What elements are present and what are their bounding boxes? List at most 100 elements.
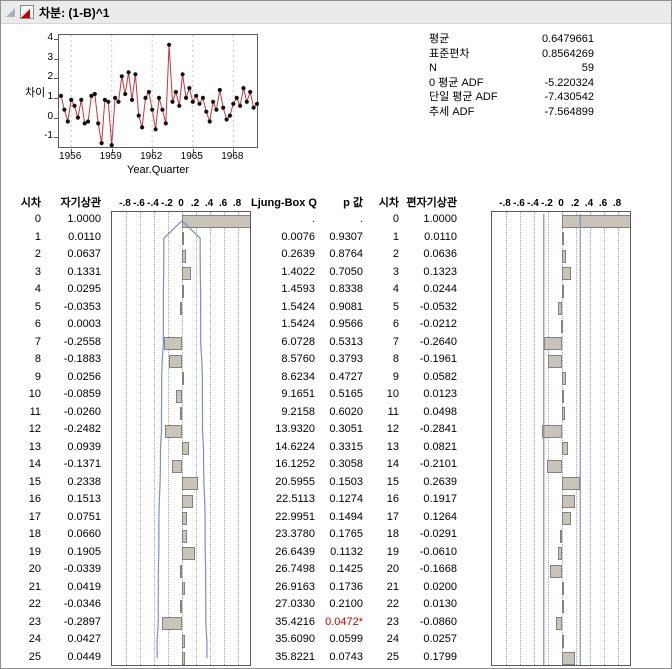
pacf-bar [562, 372, 567, 385]
pacf-value-cell: -0.0291 [419, 528, 457, 540]
acf-bar [175, 389, 182, 403]
p-value-cell: 0.7050 [329, 265, 363, 278]
ljung-box-q-cell: 35.8221 [275, 650, 315, 663]
ljung-box-q-cell: 16.1252 [275, 458, 315, 470]
summary-statistics: 평균 0.6479661 표준편차 0.8564269 N 59 0 평균 ADF -5.22… [429, 32, 594, 119]
pacf-bar [560, 319, 563, 333]
ljung-box-q-cell: 6.0728 [281, 335, 315, 348]
outline-marker-icon[interactable] [6, 7, 15, 17]
x-tick-label: 1965 [180, 151, 203, 162]
p-value-cell: 0.6020 [329, 405, 363, 418]
ljung-box-q-cell: 1.5424 [281, 318, 315, 330]
acf-bar [172, 459, 182, 473]
y-tick-label: -1 [44, 130, 53, 142]
lag2-cell: 0 [392, 213, 399, 225]
lag2-cell: 12 [386, 423, 399, 435]
acf-bar [182, 284, 185, 298]
stat-label: 단일 평균 ADF [429, 91, 498, 103]
stat-label: 평균 [429, 33, 450, 45]
stat-value: -5.220324 [544, 76, 594, 89]
ljung-box-q-cell: 22.5113 [276, 493, 315, 505]
acf-bar [182, 652, 186, 665]
lag2-cell: 9 [392, 370, 399, 383]
x-tick-label: 1956 [59, 151, 82, 162]
acf-value-cell: 0.0660 [67, 528, 101, 540]
acf-value-cell: -0.0859 [63, 388, 101, 400]
pacf-value-cell: 0.1323 [423, 265, 457, 278]
lag2-cell: 19 [386, 545, 399, 558]
pacf-value-cell: 0.0130 [423, 598, 457, 610]
acf-value-cell: 0.1905 [67, 545, 101, 558]
pacf-bar [562, 599, 564, 613]
y-tick-mark [54, 97, 58, 99]
lag2-cell: 2 [392, 248, 399, 260]
header-lag: 시차 [20, 197, 41, 209]
acf-bar [180, 407, 183, 420]
lag-cell: 13 [28, 440, 41, 453]
stat-value: 0.6479661 [542, 33, 594, 45]
y-tick-label: 0 [47, 110, 53, 122]
acf-value-cell: 0.0419 [67, 580, 101, 593]
acf-bar [179, 599, 182, 613]
lag-cell: 11 [29, 405, 41, 418]
ljung-box-q-cell: 14.6224 [275, 440, 315, 453]
pacf-value-cell: 0.0821 [423, 440, 457, 453]
pacf-value-cell: -0.2640 [419, 335, 457, 348]
stat-row: 단일 평균 ADF -7.430542 [429, 90, 594, 105]
pacf-bar [562, 214, 630, 228]
acf-bar [161, 617, 182, 630]
p-value-cell: 0.3051 [329, 423, 363, 435]
acf-value-cell: -0.2482 [63, 423, 101, 435]
axis-tick-label: .8 [612, 198, 622, 209]
pacf-bar [558, 302, 562, 315]
lag-cell: 6 [34, 318, 41, 330]
pacf-bar-chart [491, 211, 631, 666]
p-value-cell: 0.3058 [329, 458, 363, 470]
y-tick-label: 2 [47, 71, 53, 83]
pacf-value-cell: -0.2101 [419, 458, 457, 470]
x-tick-label: 1959 [99, 151, 122, 162]
p-value-cell: 0.2100 [329, 598, 363, 610]
pacf-value-cell: -0.1961 [419, 353, 457, 365]
lag2-cell: 24 [386, 633, 399, 645]
pacf-bar [547, 459, 562, 473]
header-p-value: p 값 [343, 197, 363, 209]
pacf-bar [562, 407, 566, 420]
stat-row: 추세 ADF -7.564899 [429, 105, 594, 120]
acf-bar [182, 232, 184, 245]
header-lag2: 시차 [378, 197, 399, 209]
lag2-cell: 5 [392, 300, 399, 313]
lag-cell: 21 [28, 580, 41, 593]
gridline [238, 212, 239, 665]
outline-title-bar[interactable]: 차분: (1-B)^1 [1, 1, 671, 24]
ljung-box-q-cell: 9.2158 [281, 405, 315, 418]
acf-bar-chart [111, 211, 251, 666]
lag2-cell: 1 [392, 230, 399, 243]
red-triangle-menu-icon[interactable] [20, 5, 34, 19]
x-axis-title: Year.Quarter [127, 164, 189, 176]
ljung-box-q-cell: 26.9163 [275, 580, 315, 593]
pacf-value-cell: -0.0860 [419, 615, 457, 628]
acf-value-cell: -0.0346 [63, 598, 101, 610]
p-value-cell: 0.0472* [325, 615, 363, 628]
ljung-box-q-cell: . [311, 213, 315, 225]
y-tick-mark [54, 117, 58, 119]
acf-bar [182, 372, 184, 385]
acf-value-cell: -0.1883 [63, 353, 101, 365]
lag-cell: 5 [34, 300, 41, 313]
acf-value-cell: 0.0939 [67, 440, 101, 453]
gridline [224, 212, 225, 665]
pacf-bar [562, 442, 568, 455]
pacf-value-cell: 1.0000 [423, 213, 457, 225]
ljung-box-q-cell: 8.6234 [281, 370, 315, 383]
acf-bar [182, 267, 192, 280]
acf-bar [182, 494, 193, 508]
p-value-cell: 0.0599 [329, 633, 363, 645]
acf-bar [164, 337, 182, 350]
pacf-value-cell: 0.0244 [423, 283, 457, 295]
pacf-bar [562, 232, 564, 245]
lag-cell: 9 [34, 370, 41, 383]
lag2-cell: 16 [386, 493, 399, 505]
ljung-box-q-cell: 20.5955 [275, 475, 315, 488]
lag2-cell: 23 [386, 615, 399, 628]
